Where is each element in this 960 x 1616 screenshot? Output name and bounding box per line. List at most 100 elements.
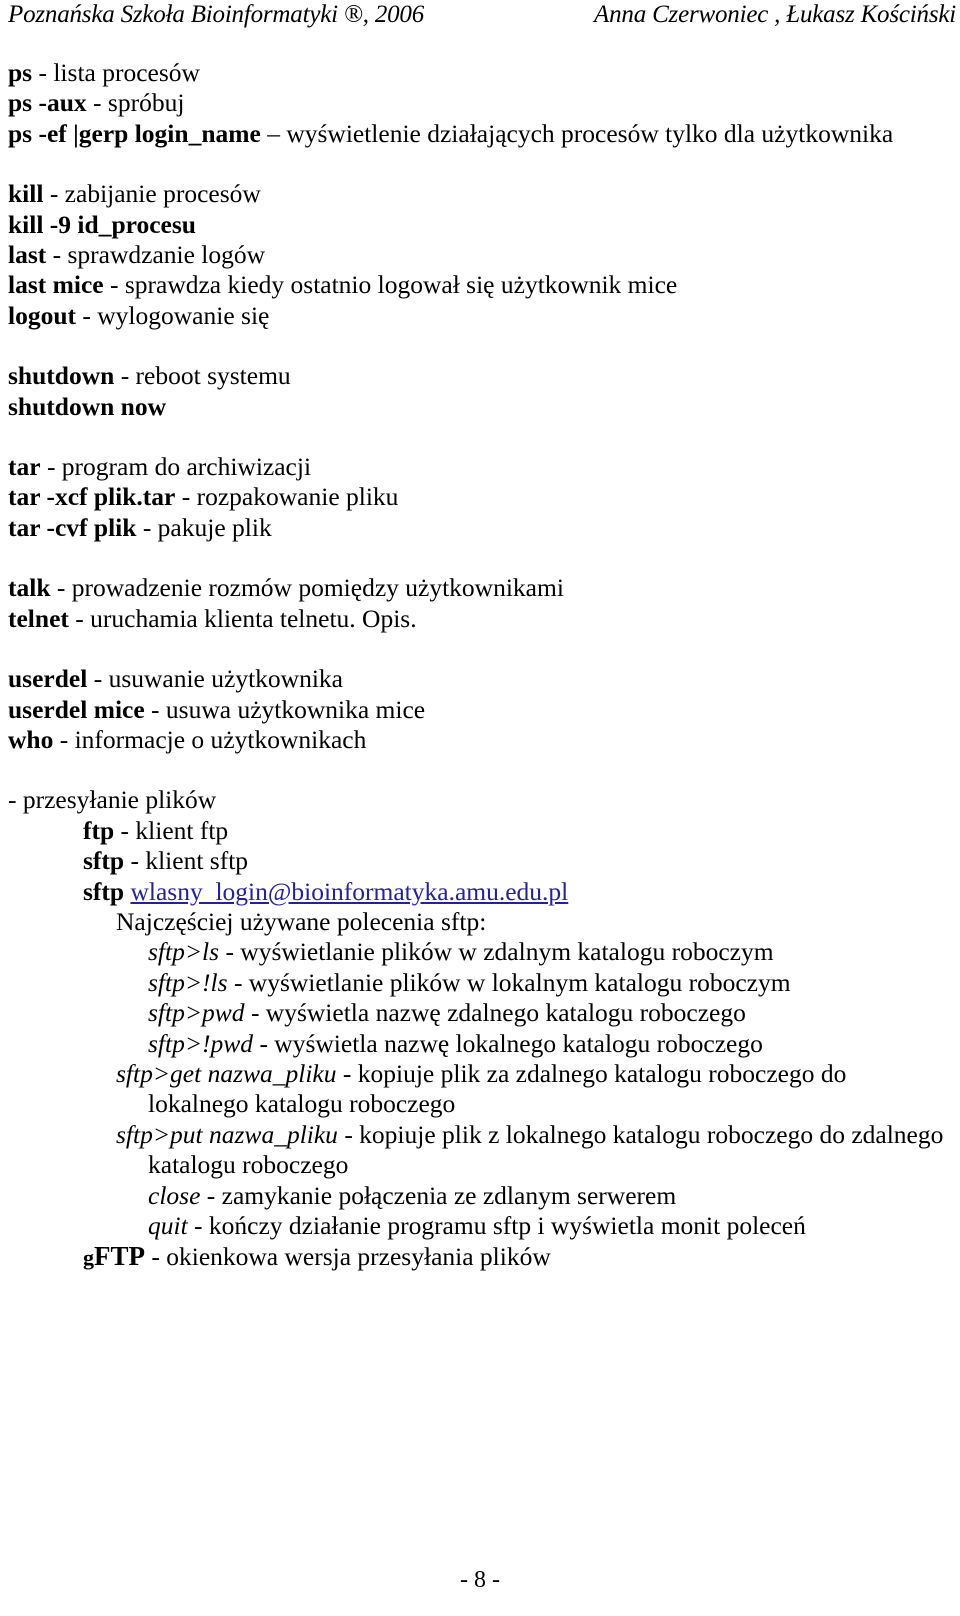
command-line-tar-cvf: tar -cvf plik - pakuje plik	[8, 513, 952, 543]
command-description: - usuwa użytkownika mice	[144, 694, 426, 724]
sftp-command-row: quit - kończy działanie programu sftp i …	[8, 1211, 952, 1241]
command-description: - pakuje plik	[136, 512, 272, 542]
command-name: tar -cvf plik	[8, 512, 137, 542]
command-description: - program do archiwizacji	[40, 452, 312, 482]
command-line-ftp: ftp - klient ftp	[8, 816, 952, 846]
document-footer: - 8 -	[0, 1566, 960, 1594]
command-name: tar -xcf plik.tar	[8, 482, 176, 512]
sftp-command-name: sftp>!pwd	[148, 1028, 254, 1058]
command-description: - klient sftp	[124, 846, 249, 876]
sftp-command-row: close - zamykanie połączenia ze zdlanym …	[8, 1181, 952, 1211]
sftp-command-name: sftp>pwd	[148, 998, 245, 1028]
command-description: - sprawdzanie logów	[46, 240, 266, 270]
command-name: ps	[8, 58, 33, 87]
sftp-command-row: sftp>!pwd - wyświetla nazwę lokalnego ka…	[8, 1029, 952, 1059]
command-description: - okienkowa wersja przesyłania plików	[145, 1242, 551, 1272]
sftp-command-description: - wyświetla nazwę zdalnego katalogu robo…	[244, 998, 746, 1028]
command-name: who	[8, 724, 54, 754]
sftp-command-name: sftp>put nazwa_pliku	[116, 1119, 338, 1149]
sftp-commands-intro: Najczęściej używane polecenia sftp:	[116, 906, 487, 936]
command-description: - zabijanie procesów	[43, 179, 261, 209]
command-name: sftp	[83, 876, 125, 906]
sftp-command-name: sftp>get nazwa_pliku	[116, 1058, 337, 1088]
command-description: - usuwanie użytkownika	[87, 664, 343, 694]
header-right-text: Anna Czerwoniec , Łukasz Kościński	[594, 1, 956, 28]
command-description: - uruchamia klienta telnetu. Opis.	[68, 603, 417, 633]
command-line-userdel: userdel - usuwanie użytkownika	[8, 664, 952, 694]
command-line-logout: logout - wylogowanie się	[8, 301, 952, 331]
sftp-command-name: sftp>ls	[148, 937, 220, 967]
document-page: Poznańska Szkoła Bioinformatyki ®, 2006 …	[0, 0, 960, 1616]
sftp-command-row: sftp>ls - wyświetlanie plików w zdalnym …	[8, 937, 952, 967]
sftp-command-row: sftp>pwd - wyświetla nazwę zdalnego kata…	[8, 998, 952, 1028]
command-line-talk: talk - prowadzenie rozmów pomiędzy użytk…	[8, 573, 952, 603]
sftp-command-description: - kończy działanie programu sftp i wyświ…	[187, 1211, 806, 1240]
command-name: logout	[8, 300, 77, 330]
command-line-who: who - informacje o użytkownikach	[8, 725, 952, 755]
command-line-shutdown-now: shutdown now	[8, 392, 952, 422]
command-name: ps -ef |gerp login_name	[8, 118, 261, 148]
command-description: – wyświetlenie działających procesów tyl…	[260, 118, 894, 148]
sftp-command-row: sftp>get nazwa_pliku - kopiuje plik za z…	[8, 1059, 952, 1120]
command-line-last: last - sprawdzanie logów	[8, 240, 952, 270]
command-description: - informacje o użytkownikach	[53, 724, 367, 754]
command-name: sftp	[83, 846, 125, 876]
sftp-login-hyperlink[interactable]: wlasny_login@bioinformatyka.amu.edu.pl	[130, 877, 568, 906]
page-number: - 8 -	[460, 1567, 500, 1593]
command-line-sftp: sftp - klient sftp	[8, 846, 952, 876]
command-description: - lista procesów	[32, 58, 200, 87]
command-name: last mice	[8, 270, 104, 300]
section-heading-file-transfer: - przesyłanie plików	[8, 785, 217, 815]
sftp-command-description: - zamykanie połączenia ze zdlanym serwer…	[200, 1180, 677, 1210]
command-line-tar: tar - program do archiwizacji	[8, 452, 952, 482]
command-name: userdel	[8, 664, 88, 694]
command-description: - sprawdza kiedy ostatnio logował się uż…	[103, 270, 678, 300]
command-line-shutdown: shutdown - reboot systemu	[8, 361, 952, 391]
command-description: - prowadzenie rozmów pomiędzy użytkownik…	[50, 573, 564, 603]
command-name: shutdown now	[8, 391, 167, 421]
command-name-main: FTP	[94, 1241, 145, 1272]
sftp-command-name: quit	[148, 1211, 188, 1240]
command-description: - rozpakowanie pliku	[175, 482, 399, 512]
command-line-sftp-login: sftp wlasny_login@bioinformatyka.amu.edu…	[8, 877, 952, 907]
document-body: ps - lista procesów ps -aux - spróbuj ps…	[8, 58, 952, 1274]
command-line-userdel-mice: userdel mice - usuwa użytkownika mice	[8, 695, 952, 725]
command-line-last-mice: last mice - sprawdza kiedy ostatnio logo…	[8, 270, 952, 300]
sftp-command-description: - wyświetlanie plików w lokalnym katalog…	[227, 967, 791, 997]
command-line-kill-9: kill -9 id_procesu	[8, 210, 952, 240]
sftp-command-description: - wyświetla nazwę lokalnego katalogu rob…	[253, 1028, 763, 1058]
command-line-ps-aux: ps -aux - spróbuj	[8, 88, 952, 118]
command-description: - spróbuj	[86, 88, 185, 118]
command-name: telnet	[8, 603, 69, 633]
command-line-gftp: gFTP - okienkowa wersja przesyłania plik…	[8, 1241, 952, 1273]
sftp-command-row: sftp>put nazwa_pliku - kopiuje plik z lo…	[8, 1120, 952, 1181]
command-name: kill -9 id_procesu	[8, 209, 196, 239]
command-description: - wylogowanie się	[76, 300, 270, 330]
command-name: kill	[8, 179, 44, 209]
command-description: - klient ftp	[114, 815, 229, 845]
command-name: ftp	[83, 815, 115, 845]
command-description: - reboot systemu	[114, 361, 291, 391]
command-name: ps -aux	[8, 88, 87, 118]
header-left-text: Poznańska Szkoła Bioinformatyki ®, 2006	[8, 1, 425, 28]
sftp-command-row: sftp>!ls - wyświetlanie plików w lokalny…	[8, 968, 952, 998]
sftp-command-description: - wyświetlanie plików w zdalnym katalogu…	[219, 937, 774, 967]
command-line-tar-xcf: tar -xcf plik.tar - rozpakowanie pliku	[8, 482, 952, 512]
command-name: userdel mice	[8, 694, 145, 724]
sftp-command-name: close	[148, 1180, 201, 1210]
command-name: shutdown	[8, 361, 115, 391]
command-line-telnet: telnet - uruchamia klienta telnetu. Opis…	[8, 604, 952, 634]
command-name: talk	[8, 573, 51, 603]
command-line-kill: kill - zabijanie procesów	[8, 179, 952, 209]
command-name-prefix: g	[83, 1245, 94, 1271]
sftp-command-name: sftp>!ls	[148, 967, 228, 997]
command-line-ps-ef: ps -ef |gerp login_name – wyświetlenie d…	[8, 119, 952, 149]
command-line-ps: ps - lista procesów	[8, 58, 952, 88]
command-name: tar	[8, 452, 41, 482]
command-name: last	[8, 240, 47, 270]
